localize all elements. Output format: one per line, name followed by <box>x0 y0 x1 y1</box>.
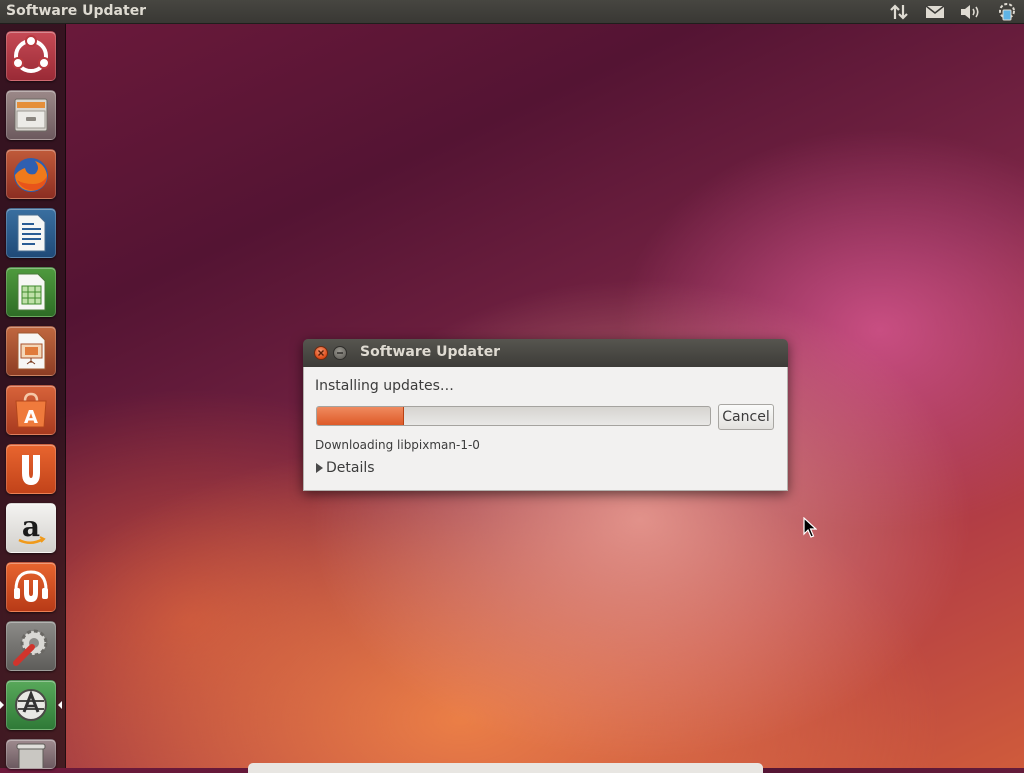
dialog-body: Installing updates… Cancel Downloading l… <box>303 367 788 491</box>
software-updater-icon <box>15 689 47 721</box>
details-expander[interactable]: Details <box>316 460 375 476</box>
expander-arrow-icon <box>316 463 323 473</box>
launcher-item-trash[interactable] <box>6 739 56 769</box>
svg-text:A: A <box>24 407 38 428</box>
minimize-icon[interactable] <box>333 346 347 360</box>
ubuntu-logo-icon <box>12 35 50 73</box>
bottom-window-edge <box>248 763 763 773</box>
software-center-bag-icon: A <box>15 392 47 428</box>
launcher-item-firefox[interactable] <box>6 149 56 199</box>
active-app-indicator-right <box>58 701 62 709</box>
trash-icon <box>16 743 46 768</box>
launcher-item-dash-home[interactable] <box>6 31 56 81</box>
launcher-item-libreoffice-impress[interactable] <box>6 326 56 376</box>
network-transfer-icon[interactable] <box>888 1 910 23</box>
launcher-item-amazon[interactable]: a <box>6 503 56 553</box>
mouse-pointer-icon <box>803 517 817 538</box>
progress-bar-fill <box>317 407 405 425</box>
svg-text:a: a <box>22 510 40 543</box>
launcher-item-software-updater[interactable] <box>6 680 56 730</box>
launcher-item-files[interactable] <box>6 90 56 140</box>
firefox-icon <box>14 158 48 192</box>
top-panel: Software Updater <box>0 0 1024 24</box>
launcher-item-system-settings[interactable] <box>6 621 56 671</box>
amazon-icon: a <box>18 510 46 544</box>
calc-spreadsheet-icon <box>17 273 46 311</box>
writer-document-icon <box>17 214 46 252</box>
close-icon[interactable] <box>314 346 328 360</box>
settings-wrench-gear-icon <box>13 629 48 666</box>
file-cabinet-icon <box>14 98 48 132</box>
launcher-item-libreoffice-writer[interactable] <box>6 208 56 258</box>
dialog-titlebar[interactable]: Software Updater <box>303 339 788 367</box>
active-window-title: Software Updater <box>6 3 147 19</box>
envelope-icon[interactable] <box>924 1 946 23</box>
indicator-area <box>888 0 1018 24</box>
ubuntu-one-music-icon <box>14 570 48 602</box>
details-label: Details <box>326 460 375 476</box>
launcher: A a <box>0 24 66 769</box>
impress-presentation-icon <box>17 332 46 370</box>
status-heading: Installing updates… <box>315 378 454 394</box>
progress-bar <box>316 406 711 426</box>
active-app-indicator-left <box>0 701 4 709</box>
update-notifier-icon[interactable] <box>996 1 1018 23</box>
speaker-volume-icon[interactable] <box>960 1 982 23</box>
download-status-text: Downloading libpixman-1-0 <box>315 438 480 452</box>
ubuntu-one-icon <box>22 455 40 485</box>
launcher-item-ubuntu-one[interactable] <box>6 444 56 494</box>
software-updater-dialog: Software Updater Installing updates… Can… <box>303 339 788 491</box>
launcher-item-ubuntu-software-center[interactable]: A <box>6 385 56 435</box>
cancel-button[interactable]: Cancel <box>718 404 774 430</box>
dialog-title: Software Updater <box>360 344 501 360</box>
launcher-item-ubuntu-one-music[interactable] <box>6 562 56 612</box>
launcher-item-libreoffice-calc[interactable] <box>6 267 56 317</box>
